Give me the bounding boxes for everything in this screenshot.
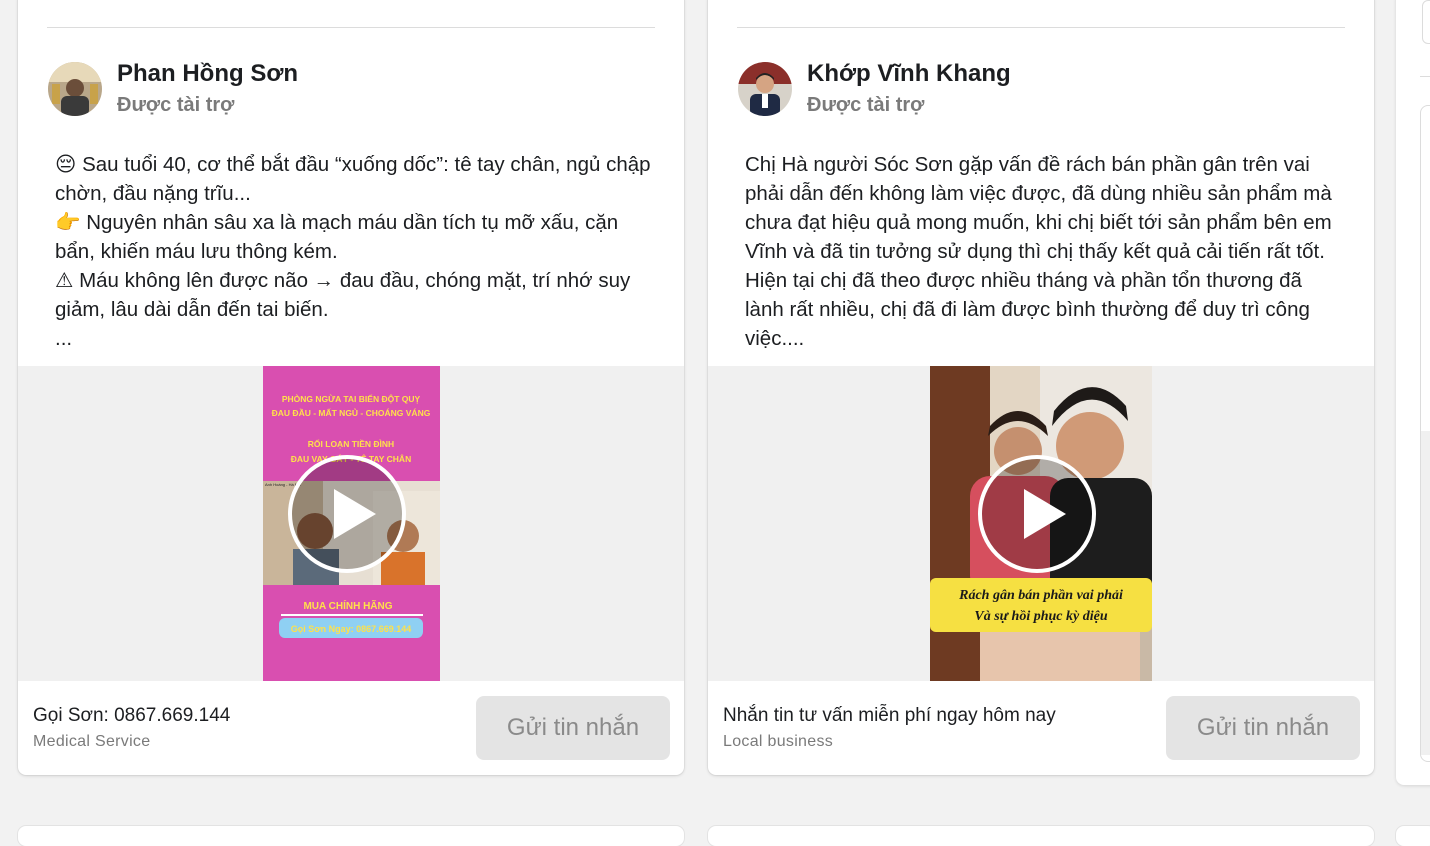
video-phone-text: Gọi Sơn Ngay: 0867.669.144 bbox=[291, 624, 411, 634]
cta-title: Nhắn tin tư vấn miễn phí ngay hôm nay bbox=[723, 705, 1056, 726]
video-text-line1: PHÒNG NGỪA TAI BIẾN ĐỘT QUỴ bbox=[282, 393, 421, 404]
divider bbox=[737, 27, 1345, 28]
next-ad-card bbox=[708, 826, 1374, 846]
send-message-button[interactable]: Gửi tin nhắn bbox=[1166, 696, 1360, 760]
video-text-line2: ĐAU ĐẦU - MẤT NGỦ - CHOÁNG VÁNG bbox=[272, 407, 431, 418]
partial-element bbox=[1422, 0, 1430, 44]
video-container[interactable]: PHÒNG NGỪA TAI BIẾN ĐỘT QUỴ ĐAU ĐẦU - MẤ… bbox=[18, 366, 684, 681]
cta-title: Gọi Sơn: 0867.669.144 bbox=[33, 705, 231, 726]
next-ad-card bbox=[1396, 826, 1430, 846]
ad-body-text: Chị Hà người Sóc Sơn gặp vấn đề rách bán… bbox=[745, 153, 1332, 350]
video-buy-text: MUA CHÍNH HÃNG bbox=[303, 599, 392, 612]
video-banner-line2: Và sự hồi phục kỳ diệu bbox=[974, 609, 1107, 624]
avatar[interactable] bbox=[738, 62, 792, 116]
ad-card-partial bbox=[1396, 0, 1430, 785]
avatar[interactable] bbox=[48, 62, 102, 116]
advertiser-name[interactable]: Khớp Vĩnh Khang bbox=[807, 60, 1011, 88]
play-icon[interactable] bbox=[978, 455, 1096, 573]
play-icon[interactable] bbox=[288, 455, 406, 573]
send-message-button[interactable]: Gửi tin nhắn bbox=[476, 696, 670, 760]
sponsored-label: Được tài trợ bbox=[807, 94, 925, 116]
sponsored-label: Được tài trợ bbox=[117, 94, 235, 116]
next-ad-card bbox=[18, 826, 684, 846]
video-banner-line1: Rách gân bán phần vai phải bbox=[958, 588, 1123, 603]
divider bbox=[47, 27, 655, 28]
advertiser-name[interactable]: Phan Hồng Sơn bbox=[117, 60, 298, 88]
partial-media bbox=[1420, 105, 1430, 762]
cta-subtitle: Medical Service bbox=[33, 733, 151, 750]
cta-subtitle: Local business bbox=[723, 733, 834, 750]
ad-card: Phan Hồng Sơn Được tài trợ 😔 Sau tuổi 40… bbox=[18, 0, 684, 775]
divider bbox=[1420, 76, 1430, 77]
video-text-line3: RỐI LOẠN TIỀN ĐÌNH bbox=[308, 438, 394, 449]
ad-card: Khớp Vĩnh Khang Được tài trợ Chị Hà ngườ… bbox=[708, 0, 1374, 775]
ad-body-text: 😔 Sau tuổi 40, cơ thể bắt đầu “xuống dốc… bbox=[55, 153, 651, 350]
video-container[interactable]: Rách gân bán phần vai phải Và sự hồi phụ… bbox=[708, 366, 1374, 681]
